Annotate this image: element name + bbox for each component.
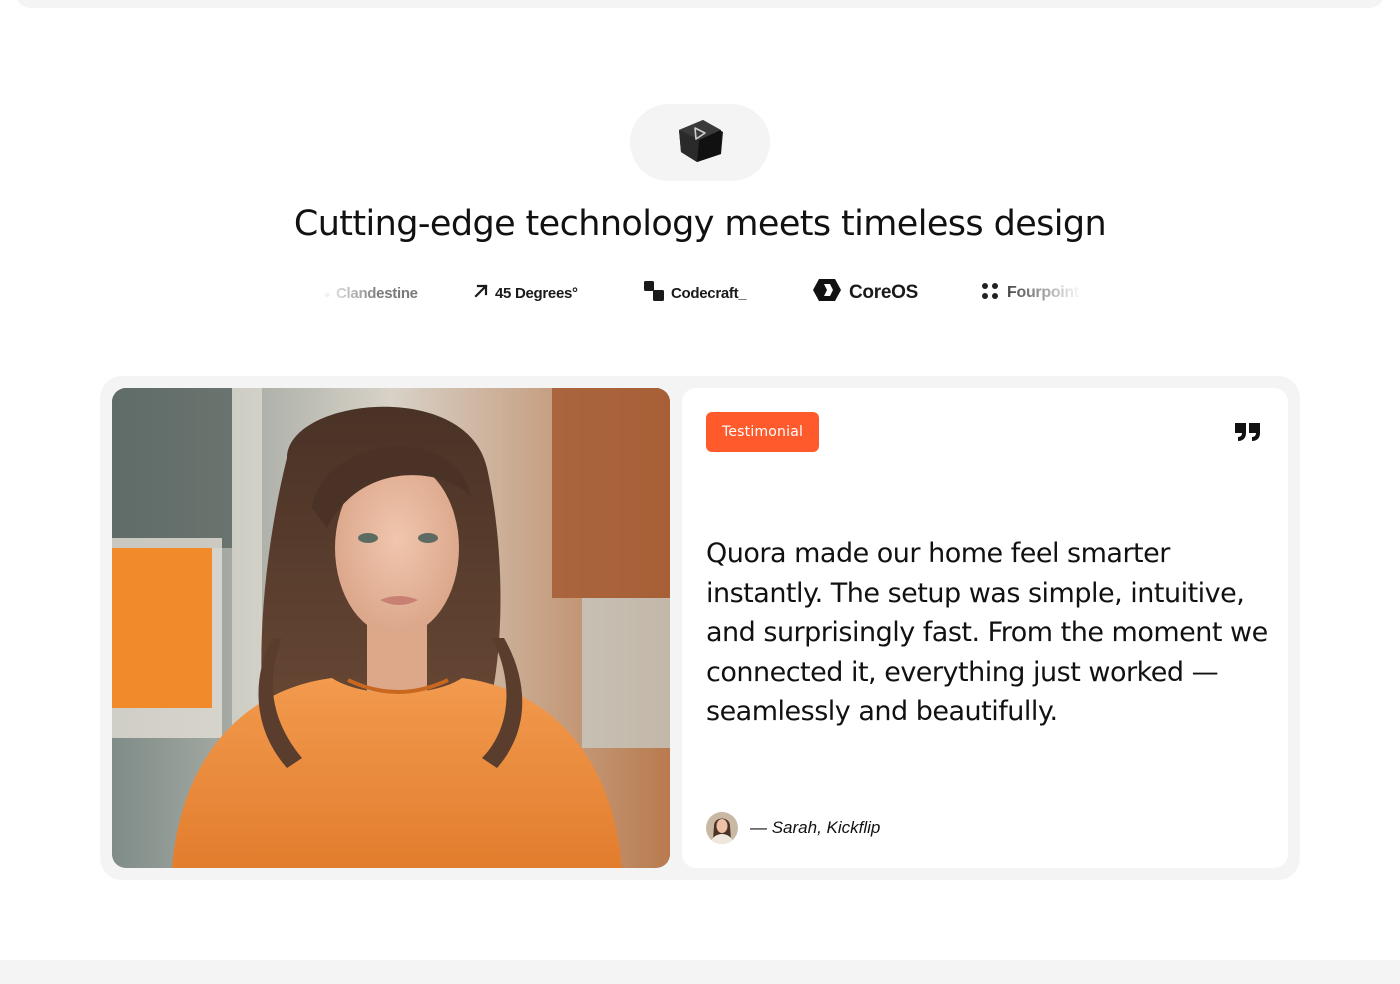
codecraft-blocks-icon (643, 280, 665, 306)
logo-codecraft: Codecraft_ (643, 278, 747, 308)
clandestine-dot-icon (324, 285, 330, 302)
logo-fourpoint-label: Fourpoint (1007, 284, 1079, 301)
avatar (706, 812, 738, 844)
play-cube-icon (673, 116, 727, 170)
author-name: — Sarah, Kickflip (750, 818, 881, 837)
logo-coreos: CoreOS (812, 278, 918, 308)
hero-icon-pill (630, 104, 770, 181)
testimonial-badge: Testimonial (706, 412, 820, 452)
testimonial-quote-panel: Testimonial Quora made our home feel sma… (682, 388, 1288, 868)
four-dots-icon (981, 282, 999, 305)
logo-coreos-label: CoreOS (849, 282, 918, 303)
testimonial-author: — Sarah, Kickflip (706, 812, 880, 844)
quote-mark-icon (1234, 422, 1262, 446)
logo-clandestine-label: Clandestine (336, 284, 418, 302)
logo-codecraft-label: Codecraft_ (671, 284, 747, 302)
logo-45-degrees-label: 45 Degrees° (495, 284, 578, 302)
section-headline: Cutting-edge technology meets timeless d… (293, 204, 1107, 244)
partner-logos-strip: Clandestine 45 Degrees° Codecraft_ CoreO… (320, 278, 1082, 308)
previous-section-edge (16, 0, 1384, 8)
logo-clandestine: Clandestine (324, 278, 418, 308)
logo-45-degrees: 45 Degrees° (473, 278, 578, 308)
testimonial-quote: Quora made our home feel smarter instant… (706, 538, 1268, 727)
coreos-hexagon-icon (812, 278, 842, 308)
arrow-up-right-icon (473, 283, 489, 303)
testimonial-photo (112, 388, 670, 868)
logo-fourpoint: Fourpoint (981, 278, 1079, 308)
next-section-edge (0, 960, 1400, 984)
